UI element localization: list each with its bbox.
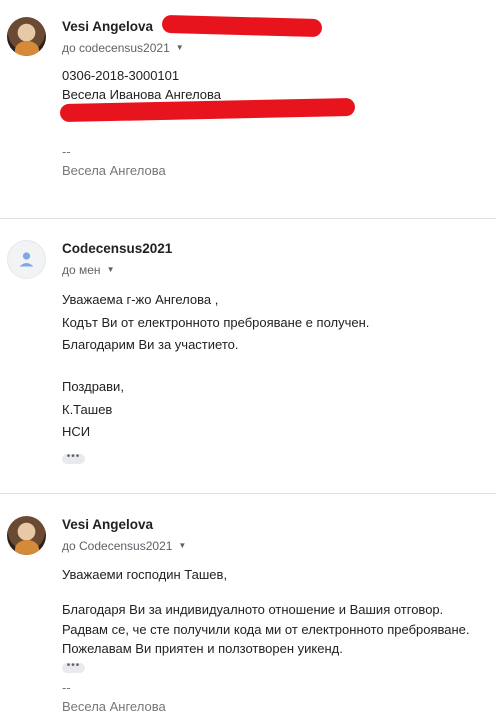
show-trimmed-content-button[interactable]: ••• (62, 661, 85, 673)
message-2: Codecensus2021 до мен ▼ Уважаема г-жо Анг… (0, 219, 496, 493)
body-line: 0306-2018-3000101 (62, 68, 180, 83)
chevron-down-icon: ▼ (178, 541, 187, 550)
message-1: Vesi Angelova до codecensus2021 ▼ 0306-20… (0, 0, 496, 218)
body-line: Благодаря Ви за индивидуалното отношение… (62, 602, 444, 617)
recipient-toggle[interactable]: до codecensus2021 ▼ (62, 41, 184, 55)
body-line: Кодът Ви от електронното преброяване е п… (62, 315, 370, 330)
chevron-down-icon: ▼ (106, 265, 115, 274)
show-trimmed-content-button[interactable]: ••• (62, 452, 85, 464)
sender-name[interactable]: Codecensus2021 (62, 241, 172, 256)
recipient-label: до codecensus2021 (62, 41, 170, 55)
body-line: Уважаема г-жо Ангелова , (62, 292, 219, 307)
sender-name[interactable]: Vesi Angelova (62, 19, 153, 34)
redaction-mark (161, 14, 323, 38)
signature: Весела Ангелова (62, 163, 166, 178)
chevron-down-icon: ▼ (175, 43, 184, 52)
body-line: Благодарим Ви за участието. (62, 337, 239, 352)
body-line: Весела Иванова Ангелова (62, 87, 222, 102)
recipient-toggle[interactable]: до мен ▼ (62, 263, 114, 277)
body-line: Пожелавам Ви приятен и ползотворен уикен… (62, 641, 343, 656)
signature-dash: -- (62, 680, 71, 695)
body-line: Поздрави, (62, 379, 124, 394)
recipient-toggle[interactable]: до Codecensus2021 ▼ (62, 539, 186, 553)
sender-avatar[interactable] (7, 240, 46, 279)
body-line: К.Ташев (62, 402, 113, 417)
sender-avatar[interactable] (7, 17, 46, 56)
person-icon (19, 252, 34, 267)
body-line: НСИ (62, 424, 91, 439)
recipient-label: до Codecensus2021 (62, 539, 173, 553)
body-line: Радвам се, че сте получили кода ми от ел… (62, 622, 470, 637)
signature: Весела Ангелова (62, 699, 166, 714)
body-line: Уважаеми господин Ташев, (62, 567, 228, 582)
message-3: Vesi Angelova до Codecensus2021 ▼ Уважаем… (0, 494, 496, 723)
sender-avatar[interactable] (7, 516, 46, 555)
sender-name[interactable]: Vesi Angelova (62, 517, 153, 532)
signature-dash: -- (62, 144, 71, 159)
recipient-label: до мен (62, 263, 101, 277)
